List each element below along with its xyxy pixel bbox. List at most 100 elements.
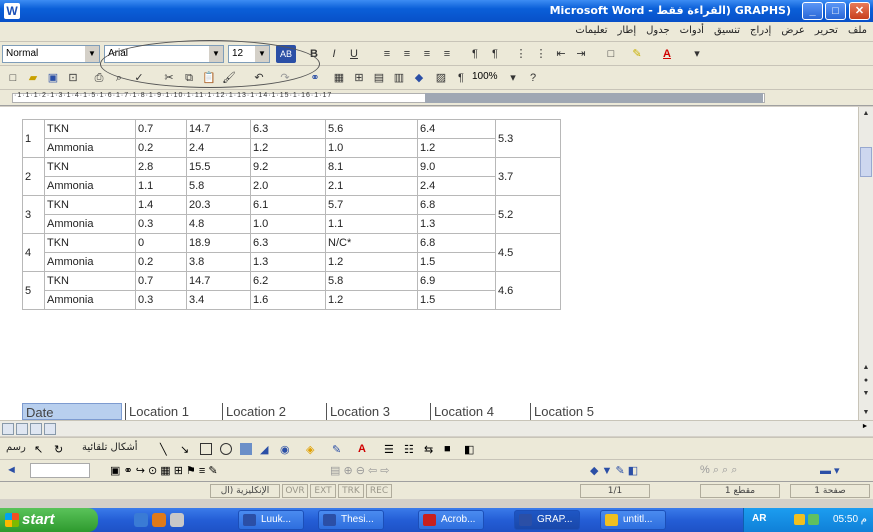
undo-icon[interactable]: ↶ <box>250 69 268 87</box>
value-cell[interactable]: 1.2 <box>250 138 326 158</box>
sheet-tab-location-1[interactable]: Location 1 <box>125 403 189 420</box>
justify-icon[interactable]: ≡ <box>438 45 456 63</box>
toolbar-icon-group-3[interactable]: ◆ ▼ ✎ ◧ <box>590 464 638 477</box>
taskbar-item-3[interactable]: Acrob... <box>418 510 484 530</box>
align-left-icon[interactable]: ≡ <box>418 45 436 63</box>
border-icon[interactable]: □ <box>602 45 620 63</box>
scroll-thumb[interactable] <box>860 147 872 177</box>
scroll-up-icon[interactable]: ▲ <box>860 108 872 120</box>
parameter-cell[interactable]: Ammonia <box>44 138 136 158</box>
status-rec[interactable]: REC <box>366 484 392 498</box>
value-cell[interactable]: 2.0 <box>250 176 326 196</box>
zoom-value[interactable]: 100% <box>472 71 498 82</box>
back-icon[interactable]: ◄ <box>6 464 17 476</box>
document-map-icon[interactable]: ▨ <box>432 69 450 87</box>
normal-view-icon[interactable] <box>2 423 14 435</box>
chevron-down-icon[interactable]: ▼ <box>209 46 223 62</box>
numbered-list-icon[interactable]: ⋮ <box>512 45 530 63</box>
columns-icon[interactable]: ▥ <box>390 69 408 87</box>
new-document-icon[interactable]: □ <box>4 69 22 87</box>
menu-insert[interactable]: إدراج <box>750 25 771 36</box>
tray-icon[interactable] <box>794 514 805 525</box>
menu-help[interactable]: تعليمات <box>575 25 607 36</box>
summary-cell[interactable]: 5.3 <box>495 119 561 158</box>
value-cell[interactable]: 1.1 <box>325 214 418 234</box>
fill-color-icon[interactable]: ◈ <box>306 443 318 456</box>
value-cell[interactable]: 0.2 <box>135 138 187 158</box>
permission-icon[interactable]: ⊡ <box>64 69 82 87</box>
value-cell[interactable]: 1.1 <box>135 176 187 196</box>
ltr-direction-icon[interactable]: ¶ <box>466 45 484 63</box>
toolbar-icon-group-2[interactable]: ▤ ⊕ ⊖ ⇦ ⇨ <box>330 464 390 477</box>
status-ext[interactable]: EXT <box>310 484 336 498</box>
tables-borders-icon[interactable]: ▦ <box>330 69 348 87</box>
open-folder-icon[interactable]: ▰ <box>24 69 42 87</box>
line-color-icon[interactable]: ✎ <box>332 443 344 456</box>
horizontal-ruler[interactable]: ·1·1·1·2·1·3·1·4·1·5·1·6·1·7·1·8·1·9·1·1… <box>0 90 873 106</box>
parameter-cell[interactable]: Ammonia <box>44 214 136 234</box>
value-cell[interactable]: 6.1 <box>250 195 326 215</box>
toolbar-combo[interactable] <box>30 463 90 478</box>
web-view-icon[interactable] <box>16 423 28 435</box>
font-color-icon[interactable]: A <box>658 45 676 63</box>
oval-icon[interactable] <box>220 443 232 455</box>
save-icon[interactable]: ▣ <box>44 69 62 87</box>
show-hide-icon[interactable]: ¶ <box>452 69 470 87</box>
tray-icon[interactable] <box>808 514 819 525</box>
minimize-button[interactable]: _ <box>802 2 823 20</box>
menu-edit[interactable]: تحرير <box>815 25 838 36</box>
language-indicator[interactable]: AR <box>752 513 766 524</box>
text-box-icon[interactable] <box>240 443 252 455</box>
value-cell[interactable]: 9.0 <box>417 157 496 177</box>
value-cell[interactable]: 6.4 <box>417 119 496 139</box>
parameter-cell[interactable]: TKN <box>44 271 136 291</box>
dash-style-icon[interactable]: ☷ <box>404 443 416 456</box>
redo-icon[interactable]: ↷ <box>276 69 294 87</box>
arrow-style-icon[interactable]: ⇆ <box>424 443 436 456</box>
copy-icon[interactable]: ⧉ <box>180 69 198 87</box>
toolbar-icon-group-4[interactable]: % ⌕ ⌕ ⌕ <box>700 464 737 477</box>
value-cell[interactable]: 2.1 <box>325 176 418 196</box>
maximize-button[interactable]: □ <box>825 2 846 20</box>
font-color-scheme-icon[interactable]: AB <box>276 45 296 63</box>
increase-indent-icon[interactable]: ⇥ <box>572 45 590 63</box>
hyperlink-icon[interactable]: ⚭ <box>306 69 324 87</box>
value-cell[interactable]: 1.4 <box>135 195 187 215</box>
align-center-icon[interactable]: ≡ <box>398 45 416 63</box>
horizontal-scrollbar[interactable]: ► <box>0 420 873 436</box>
taskbar-item-4[interactable]: GRAP... <box>514 510 580 530</box>
rotate-icon[interactable]: ↻ <box>54 443 66 456</box>
close-button[interactable]: ✕ <box>849 2 870 20</box>
value-cell[interactable]: 6.3 <box>250 233 326 253</box>
3d-icon[interactable]: ◧ <box>464 443 476 456</box>
value-cell[interactable]: 9.2 <box>250 157 326 177</box>
value-cell[interactable]: 6.8 <box>417 195 496 215</box>
format-painter-icon[interactable]: 🖌 <box>220 69 238 87</box>
value-cell[interactable]: 6.3 <box>250 119 326 139</box>
toolbar-icon-group[interactable]: ▣ ⚭ ↪ ⊙ ▦ ⊞ ⚑ ≡ ✎ <box>110 464 218 477</box>
sheet-tab-date[interactable]: Date <box>22 403 122 420</box>
value-cell[interactable]: 6.2 <box>250 271 326 291</box>
value-cell[interactable]: 2.8 <box>135 157 187 177</box>
value-cell[interactable]: 6.9 <box>417 271 496 291</box>
print-view-icon[interactable] <box>30 423 42 435</box>
align-right-icon[interactable]: ≡ <box>378 45 396 63</box>
document-canvas[interactable]: 1 TKN 0.7 14.7 6.3 5.6 6.4 5.3 Ammonia 0.2 2.4 1.2 1… <box>0 107 858 422</box>
value-cell[interactable]: 2.4 <box>186 138 251 158</box>
value-cell[interactable]: 1.0 <box>250 214 326 234</box>
menu-window[interactable]: إطار <box>618 25 637 36</box>
parameter-cell[interactable]: Ammonia <box>44 176 136 196</box>
prev-page-icon[interactable]: ▲ <box>860 362 872 374</box>
value-cell[interactable]: 2.4 <box>417 176 496 196</box>
value-cell[interactable]: 3.4 <box>186 290 251 310</box>
value-cell[interactable]: 5.8 <box>325 271 418 291</box>
value-cell[interactable]: 6.8 <box>417 233 496 253</box>
draw-menu[interactable]: رسم <box>6 442 26 453</box>
value-cell[interactable]: 1.5 <box>417 252 496 272</box>
insert-excel-icon[interactable]: ▤ <box>370 69 388 87</box>
font-combo[interactable]: Arial ▼ <box>104 45 224 63</box>
wordart-icon[interactable]: ◢ <box>260 443 272 456</box>
next-page-icon[interactable]: ▼ <box>860 388 872 400</box>
value-cell[interactable]: 1.2 <box>417 138 496 158</box>
reading-view-icon[interactable] <box>44 423 56 435</box>
